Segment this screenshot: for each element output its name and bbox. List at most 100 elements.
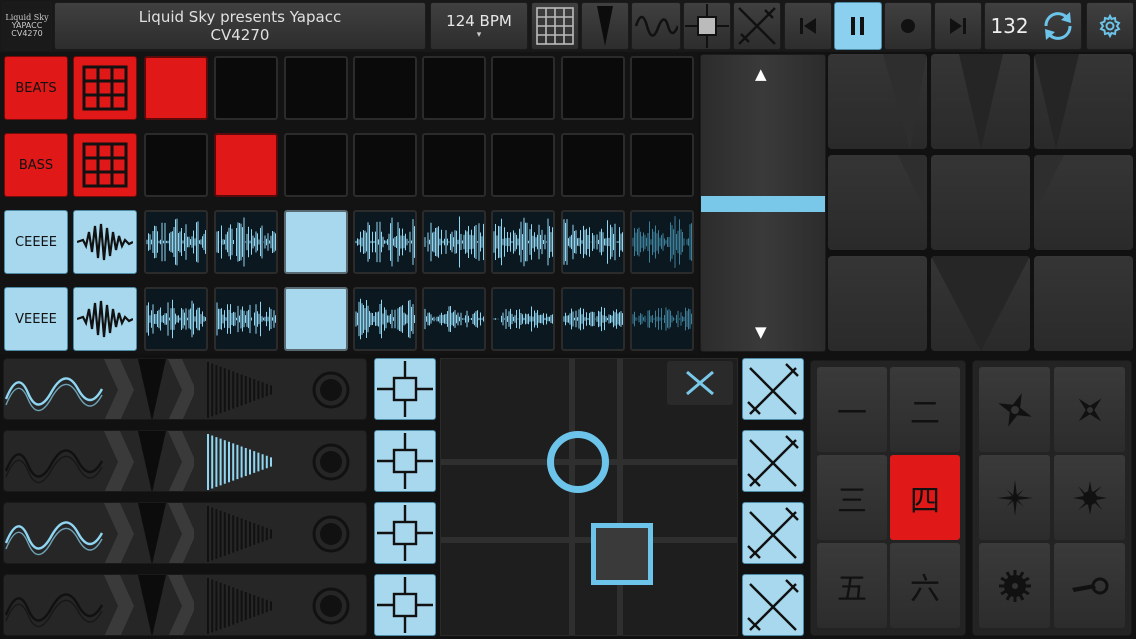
performance-pad[interactable] [1034, 256, 1133, 351]
decay-button[interactable] [200, 431, 290, 491]
sequencer-cell[interactable] [284, 56, 348, 120]
sequencer-cell[interactable] [353, 287, 417, 351]
shuriken-pad[interactable] [979, 543, 1050, 628]
sequencer-cell[interactable] [422, 210, 486, 274]
sequencer-cell[interactable] [630, 287, 694, 351]
lfo-button[interactable] [4, 359, 104, 419]
swords-view-icon[interactable] [733, 2, 781, 50]
drum-grid-button[interactable] [73, 133, 137, 197]
record-fx-button[interactable] [298, 503, 364, 563]
slider-down-arrow[interactable]: ▼ [755, 323, 767, 341]
sequencer-cell[interactable] [144, 287, 208, 351]
shuriken-pad[interactable] [1054, 367, 1125, 452]
track-name-bass[interactable]: BASS [4, 133, 68, 197]
sequencer-cell[interactable] [214, 287, 278, 351]
skip-forward-icon[interactable] [934, 2, 982, 50]
decay-button[interactable] [200, 503, 290, 563]
volume-slider[interactable]: ▲ ▼ [700, 54, 826, 352]
performance-pad[interactable] [1034, 54, 1133, 149]
xy-assign-button[interactable] [374, 502, 436, 564]
sequencer-cell[interactable] [214, 133, 278, 197]
shuriken-pad[interactable] [1054, 543, 1125, 628]
xy-cursor-square[interactable] [591, 523, 653, 585]
sequencer-cell[interactable] [144, 210, 208, 274]
kanji-pad[interactable]: 二 [890, 367, 960, 452]
filter-button[interactable] [104, 431, 196, 491]
filter-button[interactable] [104, 503, 196, 563]
track-name-ceeee[interactable]: CEEEE [4, 210, 68, 274]
xy-assign-button[interactable] [374, 430, 436, 492]
waveform-button[interactable] [73, 210, 137, 274]
lfo-button[interactable] [4, 575, 104, 635]
drum-grid-button[interactable] [73, 56, 137, 120]
record-fx-button[interactable] [298, 431, 364, 491]
kanji-pad[interactable]: 四 [890, 455, 960, 540]
sequencer-cell[interactable] [491, 133, 555, 197]
sword-button[interactable] [742, 574, 804, 636]
sequencer-cell[interactable] [630, 210, 694, 274]
record-fx-button[interactable] [298, 359, 364, 419]
xy-cursor-circle[interactable] [547, 431, 609, 493]
record-fx-button[interactable] [298, 575, 364, 635]
performance-pad[interactable] [931, 155, 1030, 250]
pause-button[interactable] [834, 2, 882, 50]
xy-close-button[interactable] [667, 361, 733, 405]
record-button[interactable] [884, 2, 932, 50]
shuriken-pad[interactable] [1054, 455, 1125, 540]
xy-assign-button[interactable] [374, 358, 436, 420]
sequencer-cell[interactable] [561, 56, 625, 120]
track-title[interactable]: Liquid Sky presents Yapacc CV4270 [54, 2, 426, 50]
sequencer-cell[interactable] [284, 287, 348, 351]
waveform-button[interactable] [73, 287, 137, 351]
sequencer-cell[interactable] [422, 133, 486, 197]
lfo-view-icon[interactable] [631, 2, 681, 50]
sequencer-cell[interactable] [144, 133, 208, 197]
decay-button[interactable] [200, 359, 290, 419]
filter-button[interactable] [104, 359, 196, 419]
sequencer-cell[interactable] [422, 287, 486, 351]
sequencer-cell[interactable] [353, 56, 417, 120]
lfo-button[interactable] [4, 503, 104, 563]
kanji-pad[interactable]: 六 [890, 543, 960, 628]
shuriken-pad[interactable] [979, 455, 1050, 540]
kanji-pad[interactable]: 一 [817, 367, 887, 452]
xy-assign-button[interactable] [374, 574, 436, 636]
sequencer-cell[interactable] [491, 210, 555, 274]
sequencer-cell[interactable] [284, 133, 348, 197]
sword-button[interactable] [742, 502, 804, 564]
sequencer-cell[interactable] [284, 210, 348, 274]
slider-thumb[interactable] [701, 196, 825, 212]
filter-view-icon[interactable] [581, 2, 629, 50]
bpm-button[interactable]: 124 BPM ▾ [430, 2, 528, 50]
kanji-pad[interactable]: 三 [817, 455, 887, 540]
sequencer-cell[interactable] [630, 56, 694, 120]
sequencer-cell[interactable] [561, 133, 625, 197]
decay-button[interactable] [200, 575, 290, 635]
sequencer-cell[interactable] [491, 287, 555, 351]
performance-pad[interactable] [1034, 155, 1133, 250]
sequencer-cell[interactable] [144, 56, 208, 120]
sequencer-cell[interactable] [630, 133, 694, 197]
sequencer-cell[interactable] [561, 210, 625, 274]
sequencer-cell[interactable] [491, 56, 555, 120]
xy-pad[interactable] [440, 358, 738, 636]
track-name-veeee[interactable]: VEEEE [4, 287, 68, 351]
sequencer-cell[interactable] [214, 56, 278, 120]
sword-button[interactable] [742, 430, 804, 492]
performance-pad[interactable] [828, 54, 927, 149]
bar-counter[interactable]: 132 [984, 2, 1082, 50]
performance-pad[interactable] [931, 256, 1030, 351]
sequencer-cell[interactable] [422, 56, 486, 120]
filter-button[interactable] [104, 575, 196, 635]
album-logo[interactable]: Liquid Sky YAPACC CV4270 [2, 2, 52, 50]
performance-pad[interactable] [931, 54, 1030, 149]
xy-view-icon[interactable] [683, 2, 731, 50]
grid-view-icon[interactable] [531, 2, 579, 50]
sequencer-cell[interactable] [353, 210, 417, 274]
sword-button[interactable] [742, 358, 804, 420]
shuriken-pad[interactable] [979, 367, 1050, 452]
sequencer-cell[interactable] [561, 287, 625, 351]
track-name-beats[interactable]: BEATS [4, 56, 68, 120]
slider-up-arrow[interactable]: ▲ [755, 65, 767, 83]
gear-icon[interactable] [1086, 2, 1134, 50]
